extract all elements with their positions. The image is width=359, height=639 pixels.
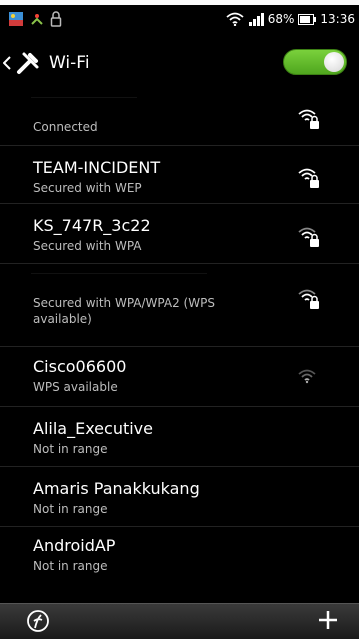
network-status: Not in range bbox=[33, 442, 108, 456]
network-status: Connected bbox=[33, 120, 98, 134]
network-item[interactable]: Connected bbox=[0, 88, 359, 146]
network-status: Secured with WPA/WPA2 (WPS available) bbox=[33, 296, 215, 326]
network-item[interactable]: AndroidAP Not in range bbox=[0, 527, 359, 587]
network-name: AndroidAP bbox=[33, 536, 116, 555]
bottom-action-bar bbox=[0, 603, 359, 639]
signal-icon bbox=[248, 13, 264, 26]
network-status: Not in range bbox=[33, 502, 108, 516]
title-bar: Wi-Fi bbox=[0, 41, 359, 85]
network-name: KS_747R_3c22 bbox=[33, 216, 151, 235]
notification-image-icon bbox=[9, 12, 23, 26]
network-status: Not in range bbox=[33, 559, 108, 573]
network-status: Secured with WEP bbox=[33, 181, 142, 195]
network-status: WPS available bbox=[33, 380, 118, 394]
network-status: Secured with WPA bbox=[33, 239, 142, 253]
redacted-network-name bbox=[31, 273, 207, 289]
network-item[interactable]: TEAM-INCIDENT Secured with WEP bbox=[0, 146, 359, 204]
battery-percent: 68% bbox=[267, 12, 295, 26]
toggle-knob bbox=[324, 52, 344, 72]
wps-icon[interactable] bbox=[26, 609, 50, 633]
network-name: Alila_Executive bbox=[33, 419, 153, 438]
network-list: Connected TEAM-INCIDENT Secured with WEP… bbox=[0, 88, 359, 587]
wifi-signal-locked-icon bbox=[298, 168, 319, 188]
settings-wrench-icon[interactable] bbox=[15, 50, 41, 76]
battery-icon bbox=[298, 13, 317, 25]
status-bar: 68% 13:36 bbox=[0, 5, 359, 33]
wifi-signal-locked-icon bbox=[298, 109, 319, 129]
network-name: Amaris Panakkukang bbox=[33, 479, 200, 498]
clock: 13:36 bbox=[320, 12, 355, 26]
redacted-network-name bbox=[31, 97, 137, 113]
wifi-signal-locked-icon bbox=[298, 289, 319, 309]
wifi-signal-locked-icon bbox=[298, 227, 319, 247]
back-arrow-icon[interactable] bbox=[3, 53, 13, 73]
network-name: TEAM-INCIDENT bbox=[33, 158, 161, 177]
page-title: Wi-Fi bbox=[49, 53, 90, 73]
network-item[interactable]: Cisco06600 WPS available bbox=[0, 347, 359, 407]
wifi-signal-weak-icon bbox=[298, 369, 316, 384]
lock-icon bbox=[50, 11, 62, 27]
network-item[interactable]: Secured with WPA/WPA2 (WPS available) bbox=[0, 264, 359, 347]
network-item[interactable]: KS_747R_3c22 Secured with WPA bbox=[0, 204, 359, 264]
network-icon bbox=[31, 14, 43, 25]
network-item[interactable]: Alila_Executive Not in range bbox=[0, 407, 359, 467]
wifi-toggle[interactable] bbox=[283, 49, 347, 75]
add-icon[interactable] bbox=[315, 607, 341, 633]
network-name: Cisco06600 bbox=[33, 357, 127, 376]
network-item[interactable]: Amaris Panakkukang Not in range bbox=[0, 467, 359, 527]
wifi-status-icon bbox=[226, 12, 244, 26]
